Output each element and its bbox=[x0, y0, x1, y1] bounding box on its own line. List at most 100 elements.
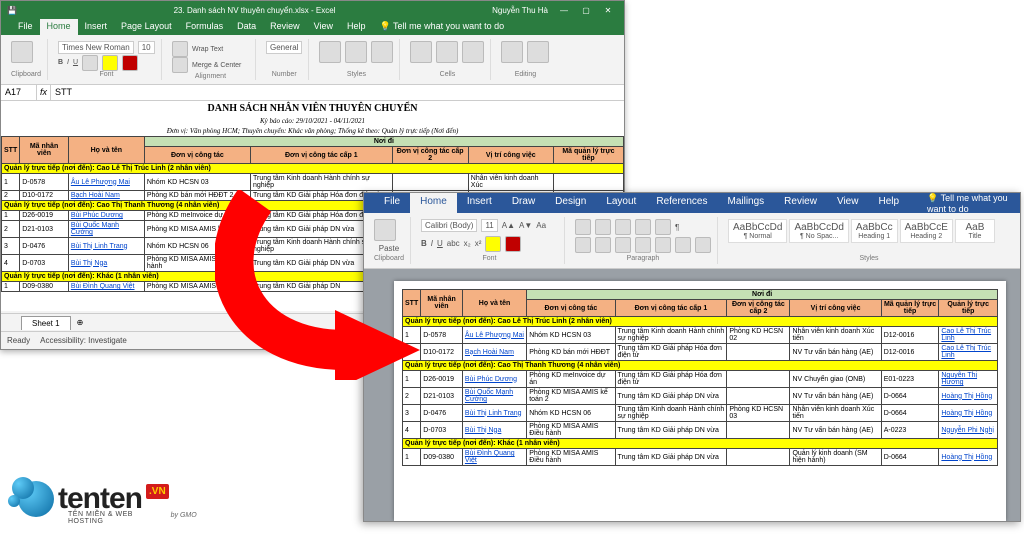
find-select-icon[interactable] bbox=[527, 41, 549, 63]
word-tab-home[interactable]: Home bbox=[410, 193, 457, 213]
superscript-button[interactable]: x² bbox=[475, 239, 482, 248]
excel-tab-file[interactable]: File bbox=[11, 19, 40, 35]
word-tab-mailings[interactable]: Mailings bbox=[717, 193, 774, 213]
word-italic-button[interactable]: I bbox=[431, 239, 433, 248]
decrease-font-icon[interactable]: A▼ bbox=[519, 221, 532, 230]
word-data-table[interactable]: STTMã nhân viênHọ và tênNơi điĐơn vị côn… bbox=[402, 289, 998, 466]
excel-tab-page-layout[interactable]: Page Layout bbox=[114, 19, 179, 35]
word-tab-draw[interactable]: Draw bbox=[502, 193, 545, 213]
excel-titlebar: 💾 23. Danh sách NV thuyên chuyển.xlsx - … bbox=[1, 1, 624, 19]
cell-styles-icon[interactable] bbox=[371, 41, 393, 63]
highlight-icon[interactable] bbox=[485, 236, 501, 252]
increase-indent-icon[interactable] bbox=[655, 219, 671, 235]
show-marks-icon[interactable]: ¶ bbox=[675, 223, 679, 232]
number-list-icon[interactable] bbox=[595, 219, 611, 235]
format-as-table-icon[interactable] bbox=[345, 41, 367, 63]
style--no-spac-[interactable]: AaBbCcDd¶ No Spac... bbox=[789, 219, 848, 243]
excel-tab-review[interactable]: Review bbox=[263, 19, 307, 35]
word-tab-file[interactable]: File bbox=[374, 193, 410, 213]
word-tab-view[interactable]: View bbox=[827, 193, 869, 213]
status-accessibility: Accessibility: Investigate bbox=[40, 336, 127, 345]
format-cells-icon[interactable] bbox=[462, 41, 484, 63]
merge-icon[interactable] bbox=[172, 57, 188, 73]
word-tab-insert[interactable]: Insert bbox=[457, 193, 502, 213]
word-tell-me[interactable]: 💡 Tell me what you want to do bbox=[917, 193, 1020, 213]
formula-value[interactable]: STT bbox=[51, 85, 624, 100]
font-name-select[interactable]: Times New Roman bbox=[58, 41, 134, 54]
excel-save-icon[interactable]: 💾 bbox=[7, 6, 17, 15]
align-left-icon[interactable] bbox=[575, 237, 591, 253]
excel-ribbon: Clipboard Times New Roman 10 B I U Font … bbox=[1, 35, 624, 85]
align-right-icon[interactable] bbox=[615, 237, 631, 253]
font-color-icon[interactable] bbox=[122, 55, 138, 71]
word-bold-button[interactable]: B bbox=[421, 239, 427, 248]
excel-tab-data[interactable]: Data bbox=[230, 19, 263, 35]
strikethrough-button[interactable]: abc bbox=[447, 239, 460, 248]
paste-label: Paste bbox=[374, 244, 404, 253]
window-minimize-icon[interactable]: — bbox=[554, 4, 574, 16]
bullet-list-icon[interactable] bbox=[575, 219, 591, 235]
cell-reference-box[interactable]: A17 bbox=[1, 85, 37, 100]
brand-logo: tenten .VN TÊN MIỀN & WEB HOSTING by GMO bbox=[12, 477, 169, 521]
increase-font-icon[interactable]: A▲ bbox=[502, 221, 515, 230]
window-maximize-icon[interactable]: ▢ bbox=[576, 4, 596, 16]
word-page-area[interactable]: STTMã nhân viênHọ và tênNơi điĐơn vị côn… bbox=[364, 269, 1020, 521]
word-tab-references[interactable]: References bbox=[646, 193, 717, 213]
style--normal[interactable]: AaBbCcDd¶ Normal bbox=[728, 219, 787, 243]
word-font-color-icon[interactable] bbox=[505, 236, 521, 252]
decrease-indent-icon[interactable] bbox=[635, 219, 651, 235]
delete-cells-icon[interactable] bbox=[436, 41, 458, 63]
paste-icon[interactable] bbox=[11, 41, 33, 63]
excel-tell-me[interactable]: 💡 Tell me what you want to do bbox=[373, 19, 512, 35]
multilevel-list-icon[interactable] bbox=[615, 219, 631, 235]
excel-tab-view[interactable]: View bbox=[307, 19, 340, 35]
report-period: Kỳ báo cáo: 29/10/2021 - 04/11/2021 bbox=[1, 116, 624, 126]
window-close-icon[interactable]: ✕ bbox=[598, 4, 618, 16]
word-tab-design[interactable]: Design bbox=[545, 193, 596, 213]
fx-icon[interactable]: fx bbox=[37, 85, 51, 100]
fill-color-icon[interactable] bbox=[102, 55, 118, 71]
word-font-size-select[interactable]: 11 bbox=[481, 219, 497, 232]
word-underline-button[interactable]: U bbox=[437, 239, 443, 248]
wrap-text-button[interactable]: Wrap Text bbox=[192, 46, 223, 53]
word-styles-group: AaBbCcDd¶ NormalAaBbCcDd¶ No Spac...AaBb… bbox=[722, 217, 1016, 264]
signed-in-user: Nguyễn Thu Hà bbox=[492, 6, 548, 15]
bold-button[interactable]: B bbox=[58, 59, 63, 66]
editing-label: Editing bbox=[501, 71, 549, 78]
word-tab-review[interactable]: Review bbox=[774, 193, 827, 213]
style-heading-1[interactable]: AaBbCcHeading 1 bbox=[851, 219, 898, 243]
italic-button[interactable]: I bbox=[67, 59, 69, 66]
style-heading-2[interactable]: AaBbCcEHeading 2 bbox=[900, 219, 953, 243]
align-icon[interactable] bbox=[172, 41, 188, 57]
align-center-icon[interactable] bbox=[595, 237, 611, 253]
shading-icon[interactable] bbox=[675, 237, 691, 253]
sort-filter-icon[interactable] bbox=[501, 41, 523, 63]
justify-icon[interactable] bbox=[635, 237, 651, 253]
word-font-group: Calibri (Body) 11 A▲ A▼ Aa B I U abc x₂ … bbox=[415, 217, 565, 264]
underline-button[interactable]: U bbox=[73, 59, 78, 66]
change-case-icon[interactable]: Aa bbox=[536, 221, 546, 230]
excel-tab-help[interactable]: Help bbox=[340, 19, 373, 35]
logo-byline: TÊN MIỀN & WEB HOSTING bbox=[68, 511, 169, 525]
excel-tab-home[interactable]: Home bbox=[40, 19, 78, 35]
word-tab-help[interactable]: Help bbox=[868, 193, 909, 213]
line-spacing-icon[interactable] bbox=[655, 237, 671, 253]
subscript-button[interactable]: x₂ bbox=[464, 239, 471, 248]
word-tab-layout[interactable]: Layout bbox=[596, 193, 646, 213]
conditional-formatting-icon[interactable] bbox=[319, 41, 341, 63]
word-font-label: Font bbox=[421, 255, 558, 262]
word-font-name-select[interactable]: Calibri (Body) bbox=[421, 219, 477, 232]
merge-center-button[interactable]: Merge & Center bbox=[192, 62, 241, 69]
font-size-select[interactable]: 10 bbox=[138, 41, 155, 54]
excel-tab-insert[interactable]: Insert bbox=[78, 19, 115, 35]
insert-cells-icon[interactable] bbox=[410, 41, 432, 63]
number-format-select[interactable]: General bbox=[266, 41, 302, 54]
styles-label: Styles bbox=[319, 71, 393, 78]
style-title[interactable]: AaBTitle bbox=[955, 219, 995, 243]
borders-icon[interactable] bbox=[695, 237, 711, 253]
sheet-tab[interactable]: Sheet 1 bbox=[21, 316, 71, 330]
word-paste-icon[interactable] bbox=[374, 219, 396, 241]
border-icon[interactable] bbox=[82, 55, 98, 71]
excel-tab-formulas[interactable]: Formulas bbox=[179, 19, 231, 35]
add-sheet-icon[interactable]: ⊕ bbox=[77, 318, 84, 327]
